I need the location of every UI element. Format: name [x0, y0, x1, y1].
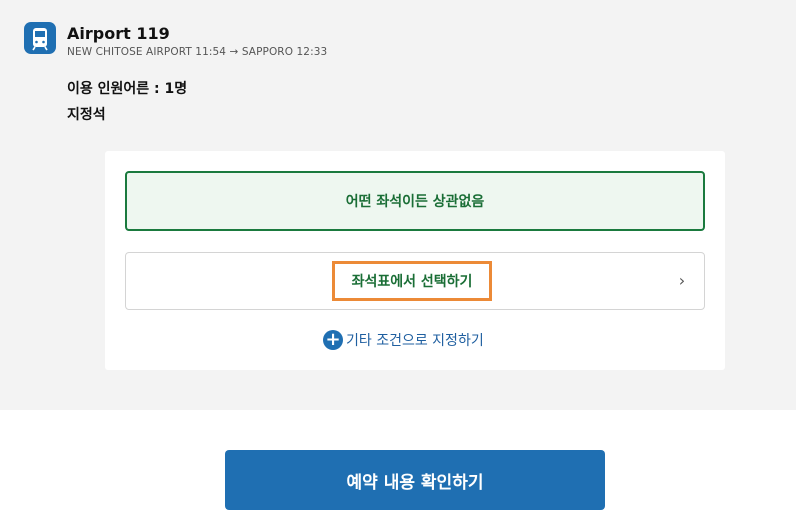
passenger-count: 이용 인원어른 : 1명 [67, 81, 188, 97]
any-seat-label: 어떤 좌석이든 상관없음 [345, 194, 485, 210]
seat-map-option[interactable]: 좌석표에서 선택하기 › [125, 252, 705, 310]
seat-map-label: 좌석표에서 선택하기 [332, 261, 492, 301]
plus-circle-icon: + [323, 330, 343, 350]
other-conditions-link[interactable]: + 기타 조건으로 지정하기 [323, 329, 484, 351]
seat-selection-card: 어떤 좌석이든 상관없음 좌석표에서 선택하기 › + 기타 조건으로 지정하기 [105, 151, 725, 370]
confirm-booking-button[interactable]: 예약 내용 확인하기 [225, 450, 605, 510]
train-name: Airport 119 [67, 24, 170, 43]
booking-summary-area: Airport 119 NEW CHITOSE AIRPORT 11:54 → … [0, 0, 796, 410]
train-icon [24, 22, 56, 54]
any-seat-option[interactable]: 어떤 좌석이든 상관없음 [125, 171, 705, 231]
seat-class: 지정석 [67, 107, 106, 123]
train-route: NEW CHITOSE AIRPORT 11:54 → SAPPORO 12:3… [67, 46, 328, 58]
other-conditions-label: 기타 조건으로 지정하기 [346, 333, 484, 349]
chevron-right-icon: › [678, 271, 686, 290]
